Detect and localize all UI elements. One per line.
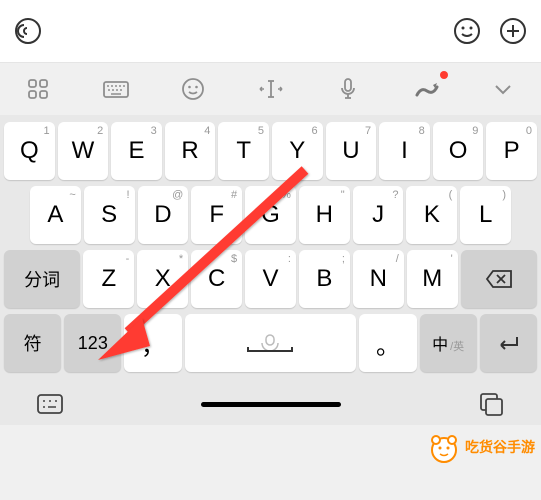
keyboard-row-1: Q1W2E3R4T5Y6U7I8O9P0 <box>2 119 539 183</box>
cursor-icon[interactable] <box>251 73 291 105</box>
key-m[interactable]: M' <box>407 250 458 308</box>
key-u[interactable]: U7 <box>326 122 377 180</box>
comma-key[interactable]: ， <box>124 314 181 372</box>
key-superscript: ! <box>127 189 130 201</box>
key-superscript: 2 <box>97 125 103 137</box>
key-superscript: 3 <box>151 125 157 137</box>
key-superscript: 8 <box>419 125 425 137</box>
key-a[interactable]: A~ <box>30 186 81 244</box>
key-h[interactable]: H" <box>299 186 350 244</box>
gif-sticker-icon[interactable] <box>406 73 446 105</box>
split-word-key[interactable]: 分词 <box>4 250 80 308</box>
emoji-toolbar-icon[interactable] <box>173 73 213 105</box>
key-superscript: $ <box>231 253 237 265</box>
notification-dot <box>440 71 448 79</box>
key-superscript: ~ <box>69 189 75 201</box>
backspace-key[interactable] <box>461 250 537 308</box>
key-superscript: 9 <box>472 125 478 137</box>
watermark: 吃货谷手游 <box>427 430 535 464</box>
keyboard-row-2: A~S!D@F#G%H"J?K(L) <box>2 183 539 247</box>
key-t[interactable]: T5 <box>218 122 269 180</box>
keyboard-settings-icon[interactable] <box>96 73 136 105</box>
symbol-key[interactable]: 符 <box>4 314 61 372</box>
key-superscript: 6 <box>311 125 317 137</box>
key-superscript: 1 <box>43 125 49 137</box>
watermark-text: 吃货谷手游 <box>465 437 535 457</box>
key-superscript: @ <box>172 189 183 201</box>
keyboard-row-3: 分词 Z-X*C$V:B;N/M' <box>2 247 539 311</box>
home-indicator[interactable] <box>201 402 341 407</box>
key-o[interactable]: O9 <box>433 122 484 180</box>
key-superscript: " <box>341 189 345 201</box>
emoji-icon[interactable] <box>449 13 485 49</box>
message-input[interactable] <box>56 12 439 50</box>
key-f[interactable]: F# <box>191 186 242 244</box>
watermark-logo-icon <box>427 430 461 464</box>
key-y[interactable]: Y6 <box>272 122 323 180</box>
key-superscript: ? <box>392 189 398 201</box>
key-g[interactable]: G% <box>245 186 296 244</box>
key-k[interactable]: K( <box>406 186 457 244</box>
key-superscript: 5 <box>258 125 264 137</box>
key-superscript: ( <box>449 189 453 201</box>
keyboard-switch-icon[interactable] <box>30 389 70 419</box>
key-p[interactable]: P0 <box>486 122 537 180</box>
key-i[interactable]: I8 <box>379 122 430 180</box>
key-e[interactable]: E3 <box>111 122 162 180</box>
collapse-keyboard-icon[interactable] <box>483 73 523 105</box>
key-b[interactable]: B; <box>299 250 350 308</box>
key-x[interactable]: X* <box>137 250 188 308</box>
keyboard-bottom-bar <box>0 381 541 425</box>
keyboard-toolbar <box>0 62 541 115</box>
key-z[interactable]: Z- <box>83 250 134 308</box>
key-d[interactable]: D@ <box>138 186 189 244</box>
key-superscript: ; <box>342 253 345 265</box>
key-superscript: # <box>231 189 237 201</box>
key-q[interactable]: Q1 <box>4 122 55 180</box>
keyboard-row-4: 符 123 ， 。 中/英 <box>2 311 539 375</box>
key-superscript: / <box>396 253 399 265</box>
clipboard-icon[interactable] <box>471 389 511 419</box>
key-superscript: 7 <box>365 125 371 137</box>
plus-icon[interactable] <box>495 13 531 49</box>
key-s[interactable]: S! <box>84 186 135 244</box>
grid-icon[interactable] <box>18 73 58 105</box>
key-superscript: % <box>281 189 291 201</box>
key-j[interactable]: J? <box>353 186 404 244</box>
chat-input-bar <box>0 0 541 62</box>
language-switch-key[interactable]: 中/英 <box>420 314 477 372</box>
key-superscript: : <box>288 253 291 265</box>
key-superscript: ' <box>451 253 453 265</box>
key-superscript: 0 <box>526 125 532 137</box>
space-key[interactable] <box>185 314 357 372</box>
key-superscript: * <box>179 253 183 265</box>
voice-input-icon[interactable] <box>10 13 46 49</box>
key-superscript: 4 <box>204 125 210 137</box>
period-key[interactable]: 。 <box>359 314 416 372</box>
key-n[interactable]: N/ <box>353 250 404 308</box>
key-l[interactable]: L) <box>460 186 511 244</box>
numbers-key[interactable]: 123 <box>64 314 121 372</box>
mic-icon[interactable] <box>328 73 368 105</box>
key-c[interactable]: C$ <box>191 250 242 308</box>
key-r[interactable]: R4 <box>165 122 216 180</box>
software-keyboard: Q1W2E3R4T5Y6U7I8O9P0 A~S!D@F#G%H"J?K(L) … <box>0 115 541 381</box>
key-v[interactable]: V: <box>245 250 296 308</box>
key-superscript: ) <box>502 189 506 201</box>
enter-key[interactable] <box>480 314 537 372</box>
key-superscript: - <box>126 253 130 265</box>
key-w[interactable]: W2 <box>58 122 109 180</box>
